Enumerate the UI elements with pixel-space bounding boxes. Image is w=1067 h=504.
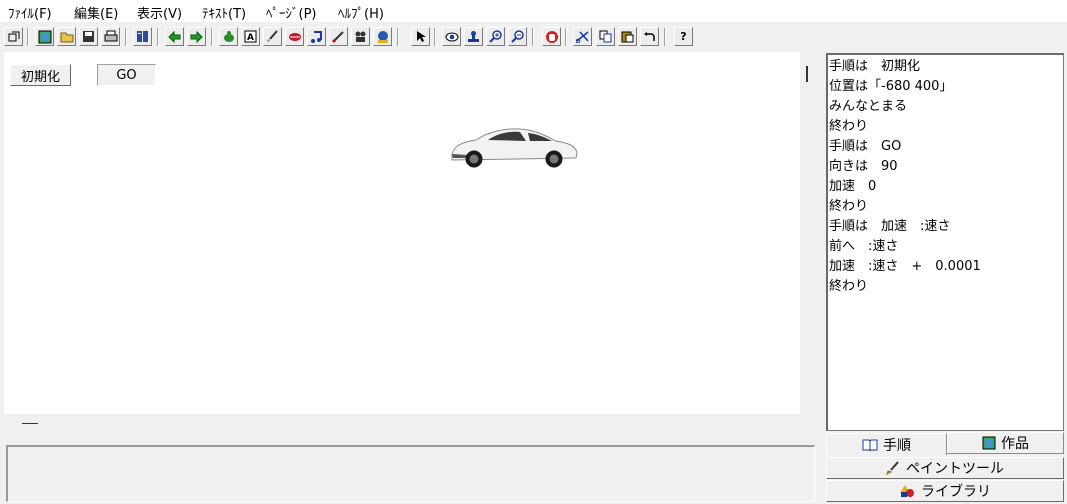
scissors-icon[interactable]: [573, 27, 592, 46]
brush-icon[interactable]: [263, 27, 282, 46]
shapes-icon: [899, 484, 915, 498]
toolbar-separator: [532, 28, 534, 46]
toolbar-separator: [397, 28, 399, 46]
svg-text:A: A: [247, 33, 254, 43]
stop-hand-icon[interactable]: [542, 27, 561, 46]
menu-page[interactable]: ﾍﾟｰｼﾞ(P): [266, 3, 316, 22]
stage-scroll-gutter: [800, 52, 820, 414]
open-folder-icon[interactable]: [57, 27, 76, 46]
menu-file[interactable]: ﾌｧｲﾙ(F): [8, 3, 52, 22]
toolbar-separator: [27, 28, 29, 46]
toolbar-separator: [434, 28, 436, 46]
save-icon[interactable]: [79, 27, 98, 46]
script-line: 手順は 初期化: [829, 59, 921, 74]
stamp-icon[interactable]: [464, 27, 483, 46]
menu-help[interactable]: ﾍﾙﾌﾟ(H): [338, 3, 384, 22]
pen-icon[interactable]: [329, 27, 348, 46]
paint-brush-icon: [886, 461, 900, 475]
script-line: みんなとまる: [829, 99, 908, 114]
tab-works-label: 作品: [1001, 436, 1029, 452]
message-box: [6, 445, 815, 502]
copy-icon[interactable]: [596, 27, 615, 46]
book-icon: [862, 438, 878, 451]
lips-icon[interactable]: [285, 27, 304, 46]
help-icon[interactable]: ?: [674, 27, 693, 46]
script-line: 加速 0: [829, 179, 877, 194]
paint-tool-button[interactable]: ペイントツール: [826, 457, 1064, 479]
script-line: 位置は「-680 400」: [829, 79, 953, 94]
toolbar-separator: [565, 28, 567, 46]
print-icon[interactable]: [101, 27, 120, 46]
menu-edit[interactable]: 編集(E): [74, 3, 118, 22]
movie-camera-icon[interactable]: [351, 27, 370, 46]
menu-bar: ﾌｧｲﾙ(F) 編集(E) 表示(V) ﾃｷｽﾄ(T) ﾍﾟｰｼﾞ(P) ﾍﾙﾌ…: [0, 0, 1067, 22]
script-line: 向きは 90: [829, 159, 898, 174]
restore-icon[interactable]: [4, 27, 23, 46]
init-button[interactable]: 初期化: [10, 64, 71, 86]
music-note-icon[interactable]: [307, 27, 326, 46]
network-icon[interactable]: [373, 27, 392, 46]
menu-view[interactable]: 表示(V): [137, 3, 182, 22]
script-line: 前へ :速さ: [829, 239, 899, 254]
script-editor[interactable]: 手順は 初期化 位置は「-680 400」 みんなとまる 終わり 手順は GO …: [826, 53, 1064, 431]
zoom-out-icon[interactable]: [508, 27, 527, 46]
tab-procedure[interactable]: 手順: [826, 433, 947, 455]
stage-canvas[interactable]: 初期化 GO: [4, 52, 800, 414]
zoom-in-icon[interactable]: [486, 27, 505, 46]
turtle-icon[interactable]: [219, 27, 238, 46]
script-line: 終わり: [829, 279, 869, 294]
go-field[interactable]: GO: [97, 64, 156, 86]
paste-icon[interactable]: [618, 27, 637, 46]
forward-arrow-icon[interactable]: [187, 27, 206, 46]
toolbar-separator: [157, 28, 159, 46]
script-line: 加速 :速さ + 0.0001: [829, 259, 981, 274]
back-arrow-icon[interactable]: [165, 27, 184, 46]
menu-text[interactable]: ﾃｷｽﾄ(T): [202, 3, 246, 22]
toolbar-separator: [211, 28, 213, 46]
toolbar-separator: [125, 28, 127, 46]
columns-icon[interactable]: [133, 27, 152, 46]
script-line: 手順は 加速 :速さ: [829, 219, 951, 234]
undo-icon[interactable]: [640, 27, 659, 46]
library-button[interactable]: ライブラリ: [826, 480, 1064, 502]
library-label: ライブラリ: [921, 484, 991, 500]
script-line: 終わり: [829, 119, 869, 134]
status-dash: [22, 423, 38, 424]
tab-works[interactable]: 作品: [947, 432, 1064, 454]
scroll-thumb[interactable]: [806, 66, 808, 82]
script-line: 終わり: [829, 199, 869, 214]
eye-icon[interactable]: [442, 27, 461, 46]
script-line: 手順は GO: [829, 139, 902, 154]
pointer-icon[interactable]: [411, 27, 430, 46]
toolbar: A ?: [0, 26, 1067, 50]
globe-icon: [982, 436, 996, 450]
car-sprite[interactable]: [448, 124, 580, 170]
paint-tool-label: ペイントツール: [906, 461, 1004, 477]
toolbar-separator: [664, 28, 666, 46]
tab-procedure-label: 手順: [883, 437, 911, 454]
globe-icon[interactable]: [35, 27, 54, 46]
text-box-icon[interactable]: A: [241, 27, 260, 46]
